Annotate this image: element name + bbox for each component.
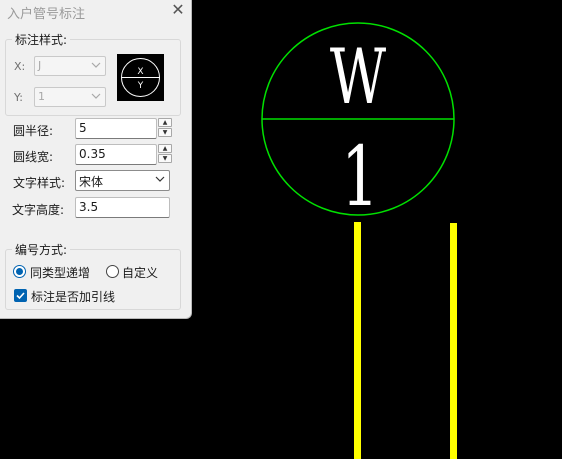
preview-x-text: X <box>137 67 143 77</box>
textstyle-select[interactable]: 宋体 <box>75 170 170 191</box>
custom-radio[interactable] <box>106 265 119 278</box>
incremental-radio-label[interactable]: 同类型递增 <box>30 264 90 281</box>
dialog-titlebar[interactable]: 入户管号标注 ✕ <box>0 0 191 23</box>
x-select-value: J <box>38 59 42 72</box>
pipe-label-bottom-text: 1 <box>341 129 379 224</box>
checkmark-icon <box>16 292 25 300</box>
spin-up-icon[interactable]: ▲ <box>158 118 172 127</box>
pipe-label-dialog: 入户管号标注 ✕ 标注样式: X: J Y: 1 X Y 圆半径: 5 ▲ ▼ … <box>0 0 192 319</box>
spin-down-icon[interactable]: ▼ <box>158 154 172 163</box>
spin-up-icon[interactable]: ▲ <box>158 144 172 153</box>
pipe-line-right <box>450 223 457 459</box>
x-label: X: <box>14 60 26 73</box>
numbering-group-title: 编号方式: <box>12 241 71 258</box>
textheight-value: 3.5 <box>79 200 99 214</box>
style-group-title: 标注样式: <box>12 31 71 48</box>
incremental-radio[interactable] <box>13 265 26 278</box>
pipe-label-top-text: W <box>330 33 386 121</box>
linewidth-input[interactable]: 0.35 <box>75 144 157 165</box>
radius-spinner[interactable]: ▲ ▼ <box>158 118 172 139</box>
radius-label: 圆半径: <box>13 124 54 138</box>
close-icon[interactable]: ✕ <box>169 1 187 19</box>
textheight-label: 文字高度: <box>12 203 65 217</box>
textstyle-value: 宋体 <box>79 175 104 189</box>
custom-radio-label[interactable]: 自定义 <box>122 264 158 281</box>
leader-checkbox[interactable] <box>14 289 27 302</box>
y-select[interactable]: 1 <box>34 87 106 107</box>
style-preview: X Y <box>117 54 164 101</box>
y-label: Y: <box>14 91 23 104</box>
pipe-line-left <box>354 222 361 459</box>
linewidth-spinner[interactable]: ▲ ▼ <box>158 144 172 165</box>
linewidth-label: 圆线宽: <box>13 150 54 164</box>
x-select[interactable]: J <box>34 56 106 76</box>
linewidth-value: 0.35 <box>79 147 106 161</box>
spin-down-icon[interactable]: ▼ <box>158 128 172 137</box>
radius-value: 5 <box>79 121 87 135</box>
textstyle-label: 文字样式: <box>13 176 66 190</box>
chevron-down-icon <box>91 62 101 68</box>
leader-checkbox-label[interactable]: 标注是否加引线 <box>31 288 115 305</box>
dialog-title: 入户管号标注 <box>7 7 86 22</box>
textheight-input[interactable]: 3.5 <box>75 197 170 218</box>
chevron-down-icon <box>91 93 101 99</box>
y-select-value: 1 <box>38 90 45 103</box>
chevron-down-icon <box>155 176 165 182</box>
preview-y-text: Y <box>137 81 144 91</box>
radius-input[interactable]: 5 <box>75 118 157 139</box>
